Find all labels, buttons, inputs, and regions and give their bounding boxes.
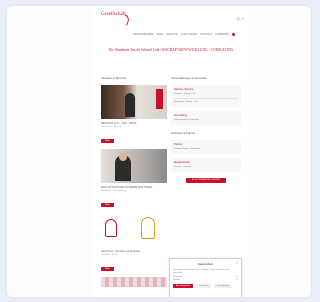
network-box: Partner Kooperationen · Verbände bbox=[171, 139, 241, 154]
events-box-line[interactable]: Workshop · Datum · Ort bbox=[174, 101, 238, 104]
checkbox-icon[interactable]: ☐ bbox=[236, 279, 238, 281]
close-icon[interactable]: × bbox=[236, 261, 238, 265]
news-excerpt: Akademie · Veranstaltung bbox=[101, 190, 127, 192]
nav-active-dot bbox=[231, 33, 235, 36]
logo-text: Gesellschaft bbox=[101, 12, 126, 17]
events-box-line[interactable]: Informationen & Formular bbox=[174, 119, 238, 122]
news-image[interactable] bbox=[101, 213, 167, 247]
page-headline: Die Akademie Zacchi Schmid Lehr GESCHÄFT… bbox=[108, 48, 234, 52]
cookie-option-label: Essenziell bbox=[173, 275, 183, 278]
events-box-title: Nächste Termine bbox=[174, 88, 194, 91]
main-nav: UNTERNEHMEN TEAM DIENSTE LEISTUNGEN KONT… bbox=[133, 33, 245, 36]
read-more-button[interactable]: Mehr bbox=[101, 203, 114, 207]
network-section-title: Netzwerk & Partner bbox=[171, 130, 196, 135]
news-excerpt: Rückblick · Event bbox=[101, 254, 118, 256]
flag-shape bbox=[156, 89, 163, 109]
all-events-button[interactable]: ALLE VERANSTALTUNGEN bbox=[186, 177, 226, 183]
events-section-title: Veranstaltungen & Seminare bbox=[171, 76, 207, 80]
web-page: Gesellschaft Q ≡ UNTERNEHMEN TEAM DIENST… bbox=[93, 6, 248, 297]
accept-all-button[interactable]: Alle akzeptieren bbox=[173, 283, 194, 288]
award-figure-red bbox=[105, 219, 117, 237]
network-box: Mitgliedschaft Vorteile · Kontakt bbox=[171, 157, 241, 172]
cookie-banner: × Datenschutz Wir nutzen Cookies auf uns… bbox=[169, 258, 242, 297]
events-box: Anmeldung Informationen & Formular bbox=[171, 110, 241, 125]
network-box-line[interactable]: Vorteile · Kontakt bbox=[174, 166, 238, 169]
speaker-figure bbox=[125, 93, 135, 117]
events-box-line[interactable]: Seminar · Datum · Ort bbox=[174, 93, 238, 96]
read-more-button[interactable]: Mehr bbox=[101, 267, 114, 271]
header-icons: Q ≡ bbox=[237, 16, 244, 21]
news-excerpt: Kurzbericht · Auszug bbox=[101, 126, 122, 128]
menu-icon[interactable]: ≡ bbox=[242, 16, 244, 21]
speaker-face bbox=[119, 153, 127, 161]
events-column: Veranstaltungen & Seminare Nächste Termi… bbox=[171, 76, 241, 183]
news-meta: BERICHTE 24.11 · 2024 · NEWS bbox=[101, 122, 137, 125]
settings-button[interactable]: Einstellungen bbox=[214, 283, 233, 288]
award-figure-gold bbox=[141, 217, 155, 239]
cookie-option-row[interactable]: Essenziell ☐ bbox=[173, 276, 238, 278]
site-logo[interactable]: Gesellschaft bbox=[101, 12, 131, 26]
news-column: Aktuelles & Berichte BERICHTE 24.11 · 20… bbox=[101, 76, 167, 287]
news-meta: Gala Abend · Berichte und Eindrücke bbox=[101, 250, 141, 253]
news-image[interactable] bbox=[101, 149, 167, 183]
network-box-title: Partner bbox=[174, 142, 183, 146]
network-box-line[interactable]: Kooperationen · Verbände bbox=[174, 148, 238, 151]
events-box-title: Anmeldung bbox=[174, 113, 188, 117]
cookie-text: Wir nutzen Cookies auf unserer Website. … bbox=[173, 269, 229, 274]
checkbox-icon[interactable]: ☐ bbox=[236, 276, 238, 278]
nav-item[interactable]: DIENSTE bbox=[166, 33, 177, 36]
nav-item[interactable]: LEISTUNGEN bbox=[181, 33, 198, 36]
cookie-buttons: Alle akzeptieren Speichern Einstellungen bbox=[173, 283, 238, 288]
events-box: Nächste Termine Seminar · Datum · Ort Wo… bbox=[171, 85, 241, 107]
cookie-option-label: Statistik bbox=[173, 278, 181, 281]
nav-item[interactable]: UNTERNEHMEN bbox=[133, 33, 153, 36]
screenshot-frame: Gesellschaft Q ≡ UNTERNEHMEN TEAM DIENST… bbox=[7, 6, 311, 297]
save-button[interactable]: Speichern bbox=[196, 283, 212, 288]
search-icon[interactable]: Q bbox=[237, 16, 240, 21]
nav-item[interactable]: TEAM bbox=[156, 33, 163, 36]
divider bbox=[174, 98, 238, 99]
cookie-option-row[interactable]: Statistik ☐ bbox=[173, 279, 238, 281]
news-section-title: Aktuelles & Berichte bbox=[101, 76, 127, 80]
network-box-title: Mitgliedschaft bbox=[174, 160, 190, 164]
read-more-button[interactable]: Mehr bbox=[101, 139, 114, 143]
news-image[interactable] bbox=[101, 277, 167, 287]
cookie-title: Datenschutz bbox=[197, 262, 214, 266]
nav-item[interactable]: KARRIERE bbox=[215, 33, 228, 36]
news-image[interactable] bbox=[101, 85, 167, 119]
nav-item[interactable]: KONTAKT bbox=[200, 33, 212, 36]
news-meta: EINE KEYNOTE DER AKADEMIE ZUM THEMA bbox=[101, 186, 153, 189]
